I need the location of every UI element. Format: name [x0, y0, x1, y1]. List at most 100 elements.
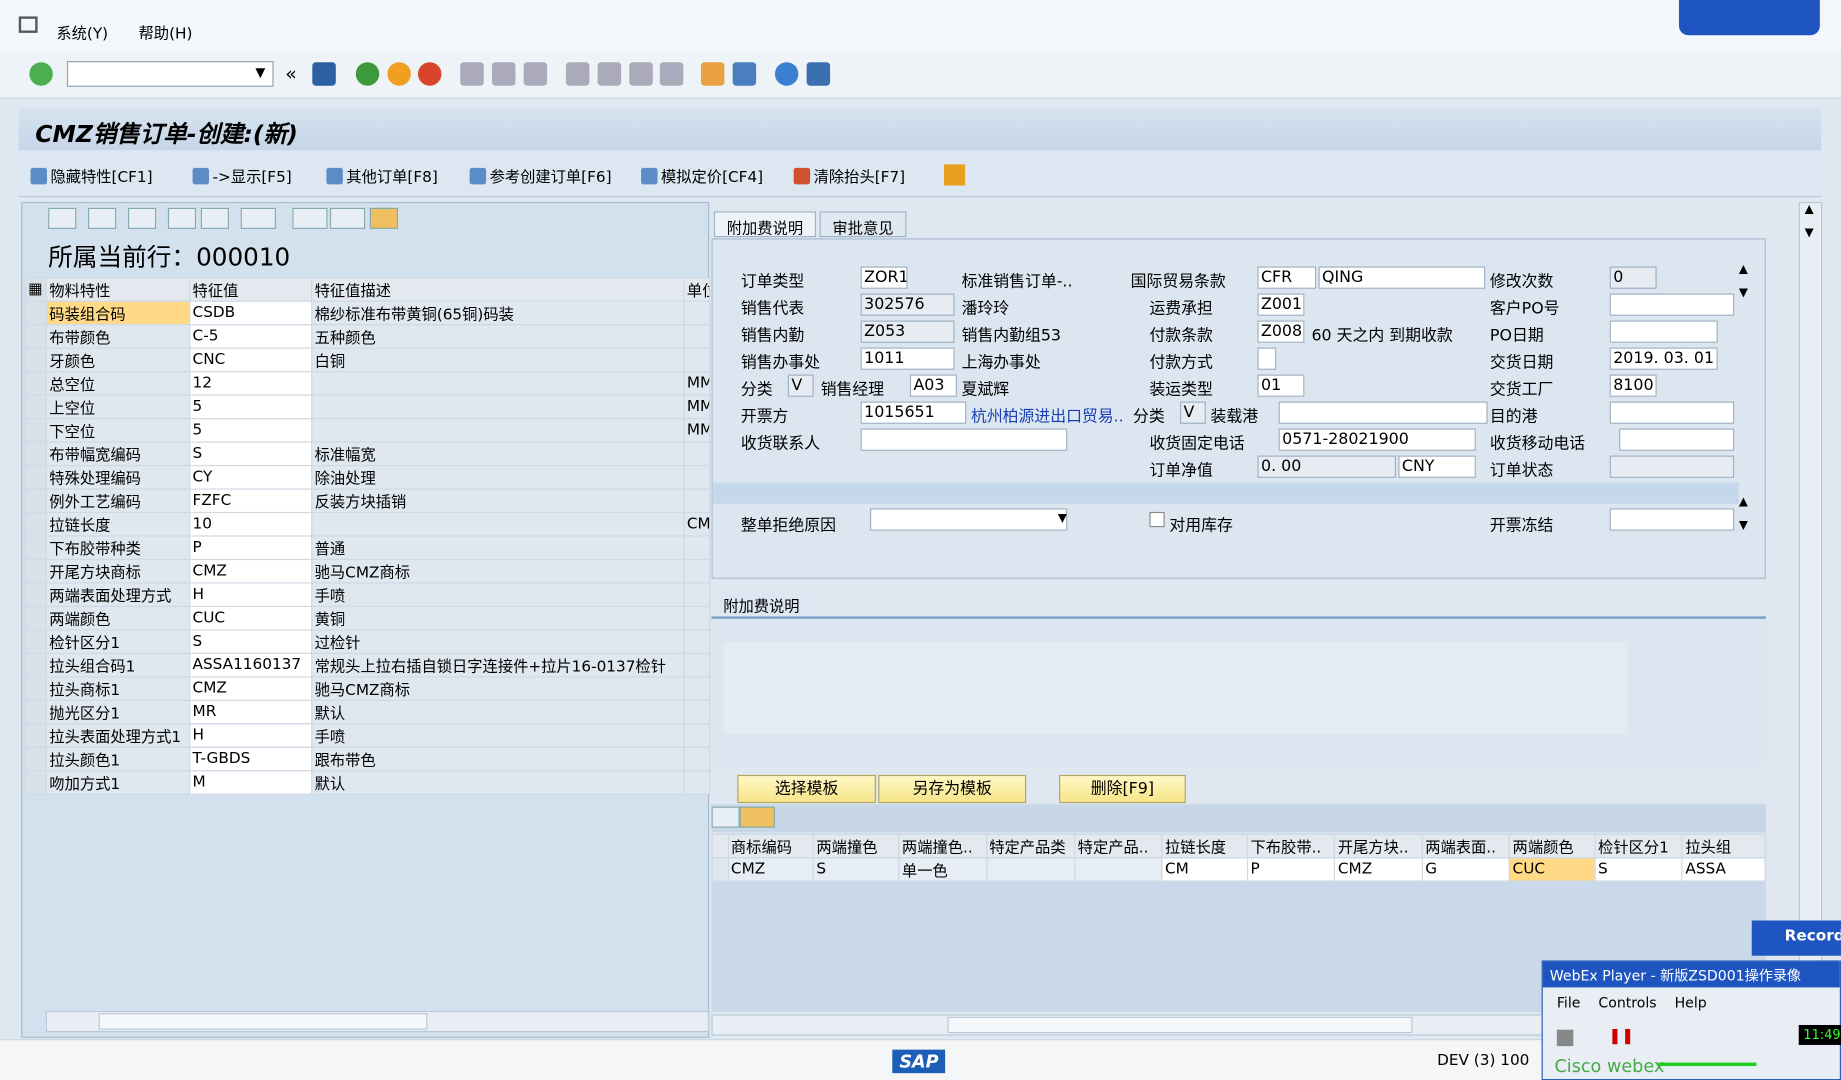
characteristic-value[interactable]: C-5 — [189, 324, 313, 349]
table-row[interactable]: 开尾方块商标 CMZ 驰马CMZ商标 — [24, 558, 711, 584]
menu-system[interactable]: 系统(Y) — [56, 21, 108, 44]
find-icon[interactable] — [491, 62, 516, 86]
column-header[interactable]: 拉链长度 — [1161, 833, 1249, 859]
first-page-icon[interactable] — [565, 62, 590, 86]
save-icon[interactable] — [312, 62, 336, 86]
layout-icon[interactable] — [806, 62, 831, 86]
row-selector[interactable] — [24, 582, 47, 608]
collapse-icon[interactable]: « — [285, 62, 308, 85]
table-row[interactable]: 吻加方式1 M 默认 — [24, 770, 711, 795]
back-icon[interactable] — [355, 62, 380, 86]
cell[interactable]: G — [1421, 857, 1511, 882]
use-stock-checkbox[interactable] — [1149, 511, 1165, 528]
webex-menu-controls[interactable]: Controls — [1598, 994, 1656, 1010]
webex-recorder[interactable]: Recorder — [1751, 920, 1841, 956]
select-template-button[interactable]: 选择模板 — [737, 774, 876, 804]
characteristic-value[interactable]: M — [189, 770, 313, 795]
table-row[interactable]: 拉链长度 10 CM — [24, 511, 711, 537]
select-all-icon[interactable]: ▦ — [24, 277, 47, 302]
row-selector[interactable] — [24, 699, 47, 725]
open-icon[interactable] — [1556, 1029, 1574, 1047]
window-controls[interactable] — [1678, 0, 1820, 36]
print-icon[interactable] — [460, 62, 484, 86]
table-row[interactable]: 布带幅宽编码 S 标准幅宽 — [24, 441, 711, 467]
column-header[interactable]: 特定产品.. — [1074, 833, 1163, 859]
cell[interactable] — [1074, 857, 1163, 882]
row-selector[interactable] — [24, 535, 47, 561]
row-selector[interactable] — [24, 629, 47, 654]
characteristic-value[interactable]: CMZ — [189, 676, 313, 701]
row-selector[interactable] — [24, 770, 47, 795]
table-row[interactable]: 下布胶带种类 P 普通 — [24, 535, 711, 561]
column-header[interactable]: 两端表面.. — [1421, 833, 1511, 859]
characteristic-value[interactable]: CMZ — [189, 558, 313, 584]
column-header[interactable]: 开尾方块.. — [1334, 833, 1423, 859]
consignee-field[interactable] — [860, 428, 1068, 451]
freight-field[interactable]: Z001 — [1257, 293, 1305, 316]
characteristic-value[interactable]: T-GBDS — [189, 746, 313, 772]
table-row[interactable]: 特殊处理编码 CY 除油处理 — [24, 464, 711, 490]
enter-icon[interactable] — [29, 62, 53, 86]
incoterms-field[interactable]: CFR — [1257, 266, 1317, 289]
simulate-pricing-button[interactable]: 模拟定价[CF4] — [641, 164, 763, 187]
column-header[interactable]: 两端颜色 — [1509, 833, 1596, 859]
po-date-field[interactable] — [1609, 320, 1718, 343]
dest-port-field[interactable] — [1609, 401, 1735, 424]
alert-icon[interactable] — [943, 164, 966, 186]
customer-po-field[interactable] — [1609, 293, 1735, 316]
tab-approval[interactable]: 审批意见 — [819, 211, 907, 238]
row-selector[interactable] — [24, 652, 47, 678]
volume-slider[interactable] — [1657, 1062, 1757, 1067]
table-row[interactable]: 检针区分1 S 过检针 — [24, 629, 711, 654]
table-row[interactable]: 拉头颜色1 T-GBDS 跟布带色 — [24, 746, 711, 772]
table-row[interactable]: 码装组合码 CSDB 棉纱标准布带黄铜(65铜)码装 — [24, 300, 711, 326]
shipping-type-field[interactable]: 01 — [1257, 374, 1305, 397]
surcharge-text-area[interactable] — [711, 616, 1766, 767]
table-row[interactable]: 牙颜色 CNC 白铜 — [24, 347, 711, 373]
sales-office-field[interactable]: 1011 — [860, 347, 955, 370]
column-header[interactable]: 特定产品类 — [985, 833, 1076, 859]
characteristic-value[interactable]: 5 — [189, 394, 313, 420]
sap-menu-icon[interactable] — [18, 16, 38, 33]
table-row[interactable]: 拉头表面处理方式1 H 手喷 — [24, 723, 711, 748]
refresh-icon[interactable] — [88, 207, 117, 229]
characteristic-value[interactable]: P — [189, 535, 313, 561]
exit-icon[interactable] — [387, 62, 411, 86]
table-row[interactable]: 例外工艺编码 FZFC 反装方块插销 — [24, 488, 711, 514]
plant-field[interactable]: 8100 — [1609, 374, 1657, 397]
hide-characteristics-button[interactable]: 隐藏特性[CF1] — [30, 164, 153, 187]
col-characteristic[interactable]: 物料特性 — [45, 277, 191, 302]
characteristic-value[interactable]: CNC — [189, 347, 313, 373]
reject-reason-field[interactable] — [870, 508, 1068, 531]
table-row[interactable]: 布带颜色 C-5 五种颜色 — [24, 324, 711, 349]
delivery-date-field[interactable]: 2019. 03. 01 — [1609, 347, 1718, 370]
display-button[interactable]: ->显示[F5] — [192, 164, 292, 187]
row-selector[interactable] — [24, 417, 47, 443]
characteristic-value[interactable]: CY — [189, 464, 313, 490]
characteristic-value[interactable]: CSDB — [189, 300, 313, 326]
column-header[interactable]: 两端撞色 — [812, 833, 900, 859]
system-info[interactable]: DEV (3) 100 — [1437, 1052, 1529, 1070]
other-order-button[interactable]: 其他订单[F8] — [326, 164, 438, 187]
header-scrollbar[interactable]: ▲ ▼ ▲ ▼ — [1739, 258, 1760, 540]
row-selector[interactable] — [24, 324, 47, 349]
characteristic-value[interactable]: 12 — [189, 371, 313, 396]
row-selector[interactable] — [24, 558, 47, 584]
webex-menu-file[interactable]: File — [1557, 994, 1581, 1010]
col-description[interactable]: 特征值描述 — [311, 277, 685, 302]
payment-method-field[interactable] — [1257, 347, 1277, 370]
cell[interactable]: CUC — [1509, 857, 1596, 882]
characteristic-value[interactable]: S — [189, 629, 313, 654]
table-row[interactable]: 两端颜色 CUC 黄铜 — [24, 605, 711, 631]
row-selector[interactable] — [24, 394, 47, 420]
cell[interactable]: S — [812, 857, 900, 882]
characteristic-value[interactable]: H — [189, 723, 313, 748]
cell[interactable]: CMZ — [1334, 857, 1423, 882]
row-selector[interactable] — [711, 857, 729, 882]
row-selector[interactable] — [24, 441, 47, 467]
cell[interactable]: CM — [1161, 857, 1249, 882]
help-icon[interactable] — [774, 62, 799, 86]
characteristic-value[interactable]: 10 — [189, 511, 313, 537]
page-scrollbar[interactable]: ▲ ▼ — [1798, 201, 1823, 1036]
mobile-field[interactable] — [1619, 428, 1735, 451]
